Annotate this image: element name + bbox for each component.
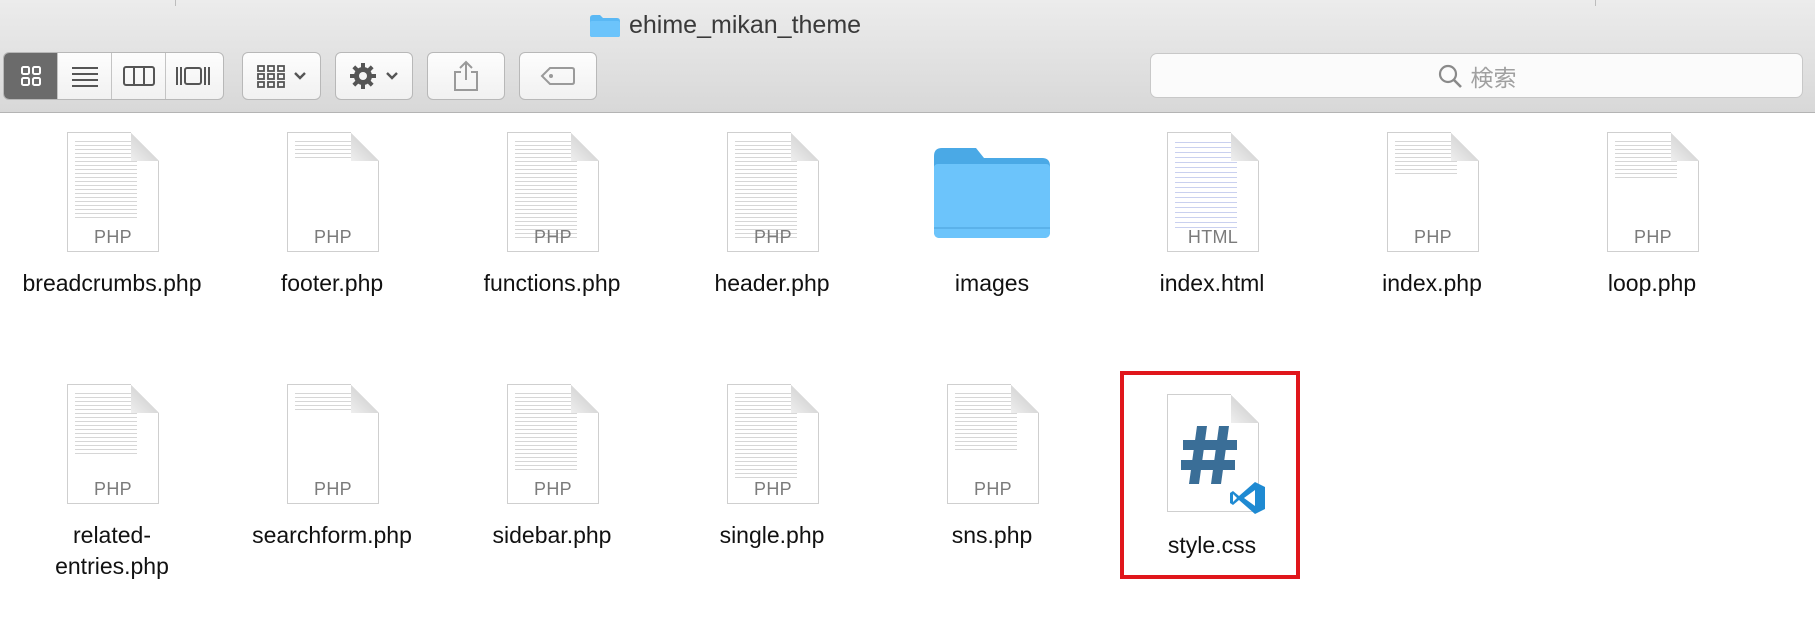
file-kind-label: PHP	[1634, 227, 1672, 247]
file-kind-label: PHP	[1414, 227, 1452, 247]
file-name: images	[954, 270, 1030, 296]
share-button[interactable]	[427, 52, 505, 100]
search-icon	[1438, 64, 1462, 88]
chevron-down-icon	[386, 72, 398, 80]
file-kind-label: HTML	[1187, 227, 1239, 247]
file-name: related- entries.php	[55, 522, 169, 579]
group-grid-icon	[256, 65, 285, 88]
action-menu-button[interactable]	[335, 52, 413, 100]
file-kind-label: PHP	[974, 479, 1012, 499]
file-name: index.php	[1382, 270, 1482, 296]
php-file-icon: PHP	[287, 132, 379, 252]
file-name: breadcrumbs.php	[22, 270, 202, 296]
title-divider	[1595, 0, 1596, 6]
file-name: index.html	[1159, 270, 1265, 296]
php-file-icon: PHP	[507, 384, 599, 504]
window-title: ehime_mikan_theme	[629, 11, 862, 39]
tag-icon	[540, 67, 575, 85]
file-kind-label: PHP	[534, 479, 572, 499]
gear-icon	[350, 63, 376, 89]
group-by-button[interactable]	[242, 52, 321, 100]
file-name: functions.php	[483, 270, 621, 296]
file-kind-label: PHP	[534, 227, 572, 247]
search-placeholder: 検索	[1470, 64, 1517, 91]
php-file-icon: PHP	[947, 384, 1039, 504]
share-icon	[454, 60, 478, 91]
html-file-icon: HTML	[1167, 132, 1259, 252]
file-kind-label: PHP	[754, 227, 792, 247]
highlight-box	[1120, 371, 1300, 579]
php-file-icon: PHP	[727, 384, 819, 504]
file-name: searchform.php	[252, 522, 412, 548]
file-kind-label: PHP	[94, 479, 132, 499]
file-name: single.php	[719, 522, 825, 548]
chevron-down-icon	[293, 72, 306, 80]
view-mode-segmented-control[interactable]	[3, 52, 224, 100]
file-name: header.php	[714, 270, 830, 296]
columns-icon	[122, 66, 155, 86]
title-bar: ehime_mikan_theme	[0, 0, 1815, 50]
file-name: sidebar.php	[492, 522, 612, 548]
file-kind-label: PHP	[94, 227, 132, 247]
file-name: loop.php	[1607, 270, 1697, 296]
list-view-button[interactable]	[58, 53, 112, 99]
title-divider	[175, 0, 176, 6]
file-name: footer.php	[280, 270, 384, 296]
gallery-icon	[175, 67, 210, 85]
file-kind-label: PHP	[314, 227, 352, 247]
php-file-icon: PHP	[727, 132, 819, 252]
list-icon	[71, 67, 98, 87]
file-kind-label: PHP	[754, 479, 792, 499]
tags-button[interactable]	[519, 52, 597, 100]
php-file-icon: PHP	[507, 132, 599, 252]
php-file-icon: PHP	[1387, 132, 1479, 252]
folder-icon	[590, 15, 620, 37]
icon-view-button[interactable]	[4, 53, 58, 99]
gallery-view-button[interactable]	[166, 53, 219, 99]
php-file-icon: PHP	[67, 384, 159, 504]
file-kind-label: PHP	[314, 479, 352, 499]
search-field[interactable]: 検索	[1150, 53, 1803, 98]
php-file-icon: PHP	[1607, 132, 1699, 252]
file-name: sns.php	[951, 522, 1033, 548]
finder-toolbar: ehime_mikan_theme 検索	[0, 0, 1815, 113]
php-file-icon: PHP	[67, 132, 159, 252]
folder-icon	[934, 148, 1050, 238]
grid-icon	[20, 66, 41, 86]
php-file-icon: PHP	[287, 384, 379, 504]
column-view-button[interactable]	[112, 53, 166, 99]
